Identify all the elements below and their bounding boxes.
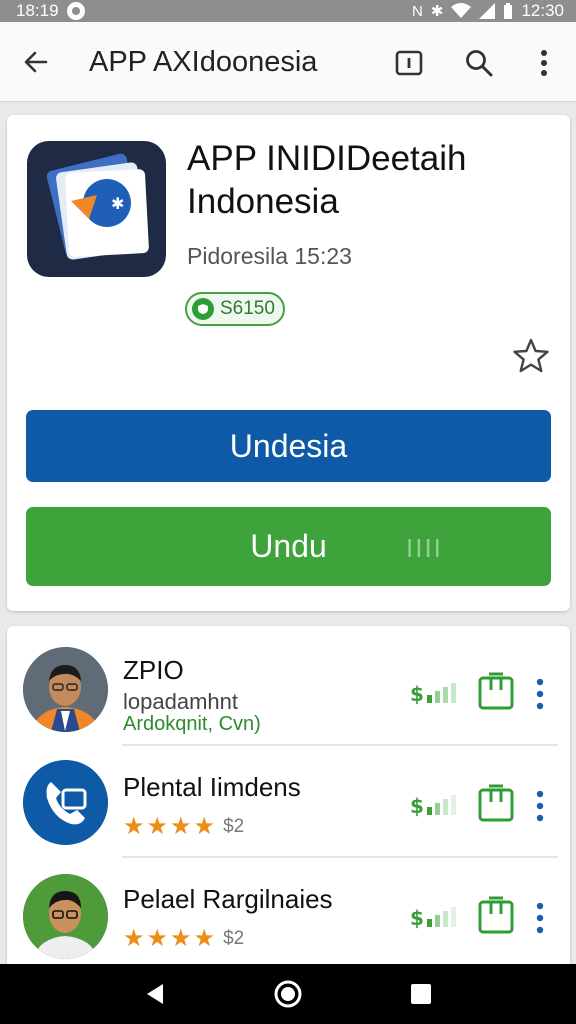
system-nav-bar (0, 964, 576, 1024)
signal-strength-icon: $ (410, 682, 456, 705)
phone-icon (23, 760, 108, 845)
svg-text:$: $ (410, 794, 424, 817)
svg-text:✱: ✱ (111, 194, 124, 213)
person-avatar (23, 647, 108, 732)
rating-stars: ★ ★ ★ ★ $2 (123, 927, 244, 951)
back-arrow-icon[interactable] (20, 46, 52, 78)
svg-text:$: $ (410, 906, 424, 929)
favorite-star-icon[interactable] (512, 337, 550, 375)
star-icon: ★ (146, 925, 169, 952)
status-bar: 18:19 N ✱ 12:30 (0, 0, 576, 22)
nav-home-icon[interactable] (273, 979, 303, 1009)
rating-count: $2 (223, 928, 245, 949)
download-icon[interactable] (477, 672, 515, 712)
secondary-action-button[interactable]: Undu IIII (26, 507, 551, 586)
list-item-detail: Ardokqnit, Cvn) (123, 713, 261, 735)
more-vert-icon[interactable] (530, 676, 550, 712)
list-item[interactable]: Plental Iimdens ★ ★ ★ ★ $2 $ (7, 746, 570, 858)
rating-stars: ★ ★ ★ ★ $2 (123, 815, 244, 839)
star-icon: ★ (123, 925, 145, 952)
nav-recents-icon[interactable] (406, 979, 436, 1009)
nav-back-icon[interactable] (141, 979, 171, 1009)
info-button[interactable] (392, 46, 426, 80)
signal-icon (479, 3, 496, 19)
related-list: ZPIO lopadamhnt Ardokqnit, Cvn) $ Plenta… (7, 626, 570, 966)
secondary-button-faint-text: IIII (406, 533, 443, 563)
star-icon: ★ (170, 925, 192, 952)
app-subtitle: Pidoresila 15:23 (187, 243, 352, 269)
person-avatar (23, 874, 108, 959)
star-icon: ★ (193, 925, 216, 952)
list-item-title: Pelael Rargilnaies (123, 884, 333, 914)
more-options-button[interactable] (527, 46, 561, 80)
status-time-left: 18:19 (16, 1, 59, 20)
badge-label: S6150 (220, 298, 275, 319)
info-icon (395, 50, 423, 76)
more-vert-icon (541, 50, 547, 76)
list-item-title: Plental Iimdens (123, 772, 301, 802)
more-vert-icon[interactable] (530, 788, 550, 824)
star-icon: ★ (123, 813, 145, 840)
primary-action-button[interactable]: Undesia (26, 410, 551, 482)
wifi-icon (451, 3, 472, 18)
svg-text:$: $ (410, 682, 424, 705)
status-time-right: 12:30 (521, 1, 564, 20)
signal-strength-icon: $ (410, 794, 456, 817)
search-button[interactable] (462, 46, 496, 80)
status-badge: S6150 (185, 292, 285, 326)
list-item-title: ZPIO (123, 655, 184, 685)
signal-strength-icon: $ (410, 906, 456, 929)
bluetooth-icon: ✱ (430, 2, 444, 20)
list-item[interactable]: ZPIO lopadamhnt Ardokqnit, Cvn) $ (7, 634, 570, 746)
nfc-icon: N (412, 2, 423, 20)
app-detail-card: ✱ APP INIDIDeetaih Indonesia Pidoresila … (7, 115, 570, 611)
primary-button-label: Undesia (229, 427, 348, 464)
rating-count: $2 (223, 816, 245, 837)
page-title: APP AXIdoonesia (89, 46, 318, 78)
more-vert-icon[interactable] (530, 900, 550, 936)
notification-icon (66, 2, 85, 20)
star-icon: ★ (170, 813, 192, 840)
shield-icon (192, 298, 214, 320)
app-logo-icon: ✱ (27, 141, 166, 277)
star-icon: ★ (146, 813, 169, 840)
secondary-button-label: Undu (250, 528, 327, 564)
app-bar: APP AXIdoonesia (0, 22, 576, 102)
app-title: APP INIDIDeetaih Indonesia (187, 139, 467, 221)
star-icon: ★ (193, 813, 216, 840)
list-item-subtitle: lopadamhnt (123, 689, 238, 714)
battery-icon (504, 3, 513, 19)
download-icon[interactable] (477, 784, 515, 824)
download-icon[interactable] (477, 896, 515, 936)
search-icon (466, 50, 493, 77)
list-item[interactable]: Pelael Rargilnaies ★ ★ ★ ★ $2 $ (7, 858, 570, 970)
